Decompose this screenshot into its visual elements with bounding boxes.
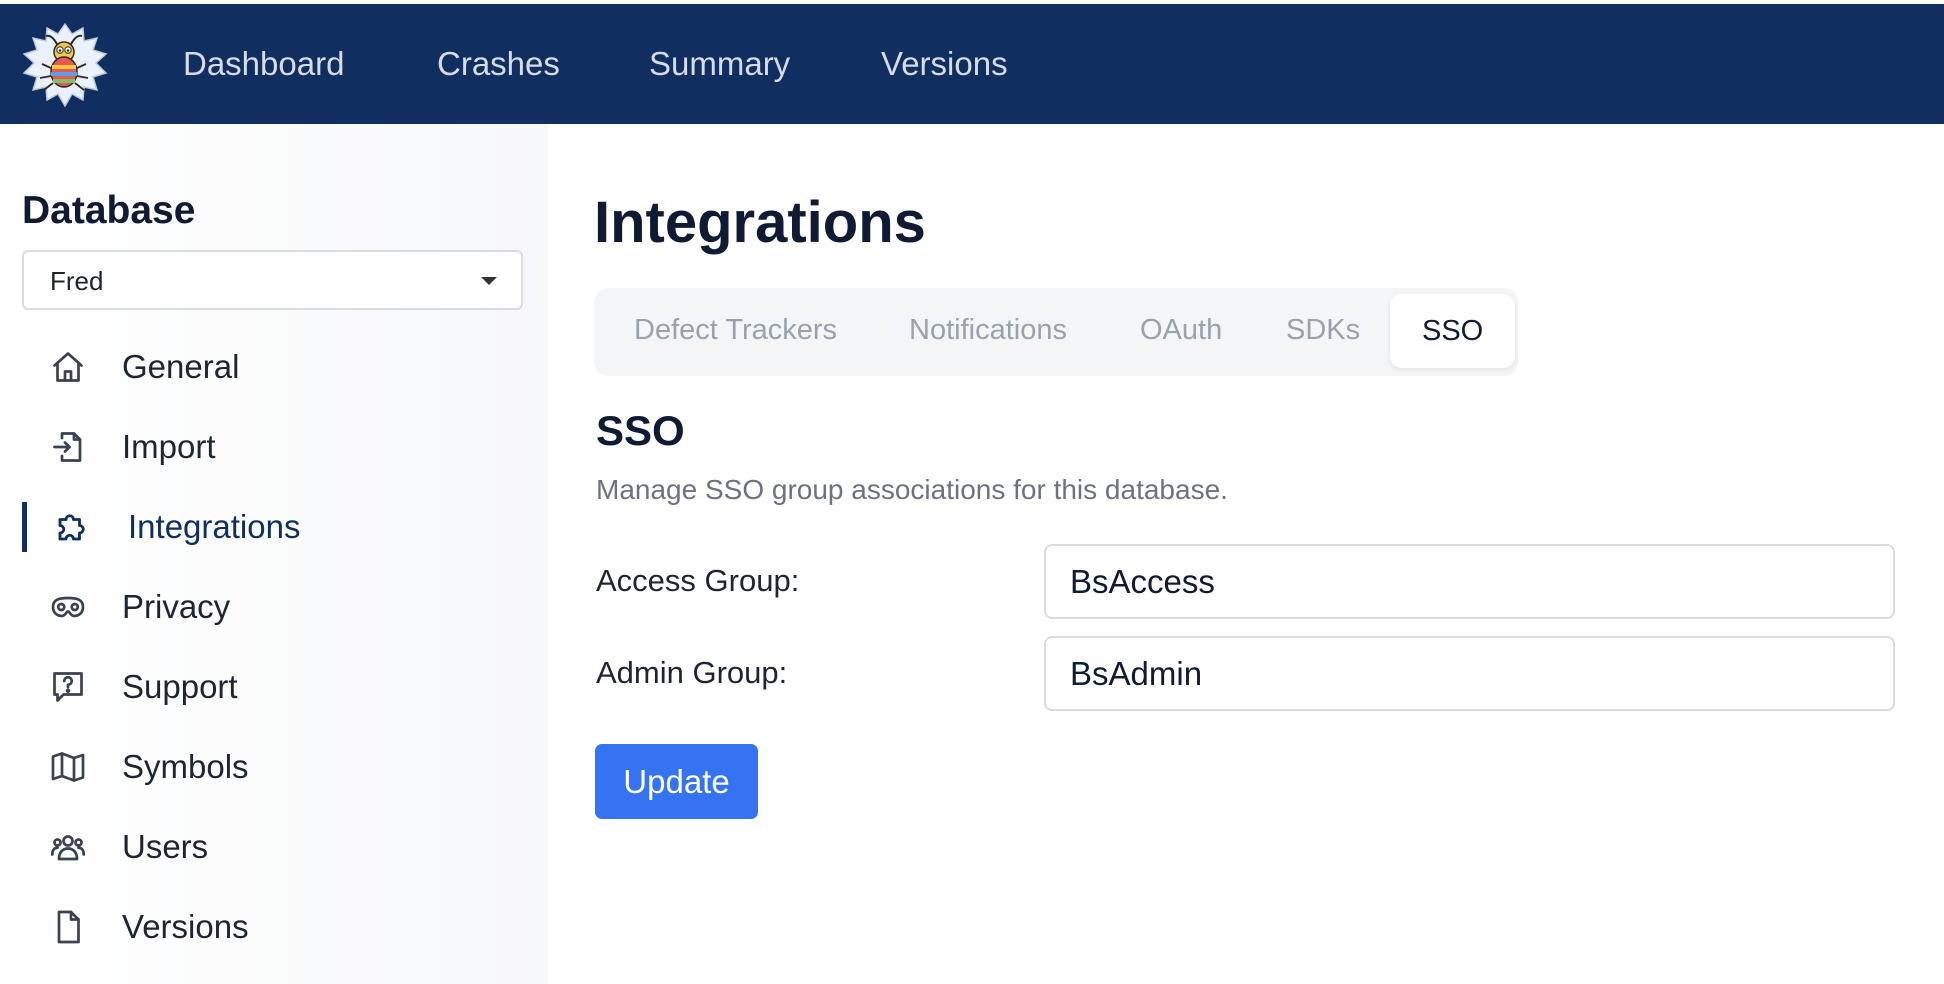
nav-summary[interactable]: Summary	[649, 44, 790, 84]
import-icon	[53, 432, 82, 462]
integration-tabs: Defect Trackers Notifications OAuth SDKs…	[594, 288, 1518, 376]
help-chat-icon	[53, 672, 83, 702]
home-icon	[53, 352, 83, 382]
sidebar-item-versions[interactable]: Versions	[22, 896, 522, 958]
section-title: SSO	[596, 407, 685, 454]
sidebar-item-privacy[interactable]: Privacy	[22, 576, 522, 638]
database-select-value: Fred	[50, 266, 104, 296]
database-select[interactable]: Fred	[22, 250, 523, 310]
admin-group-label: Admin Group:	[596, 655, 788, 690]
sidebar-title: Database	[22, 189, 196, 232]
mask-icon	[51, 596, 85, 618]
sidebar-item-label: Support	[122, 668, 238, 705]
update-button[interactable]: Update	[595, 744, 758, 819]
bug-mascot-logo[interactable]	[20, 20, 110, 110]
nav-versions[interactable]: Versions	[881, 44, 1008, 84]
puzzle-icon	[58, 514, 85, 541]
section-description: Manage SSO group associations for this d…	[596, 474, 1228, 505]
active-indicator	[22, 502, 27, 552]
sidebar-item-label: Privacy	[122, 588, 231, 625]
sidebar-item-label: Versions	[122, 908, 249, 945]
nav-crashes[interactable]: Crashes	[437, 44, 560, 84]
top-navigation: Dashboard Crashes Summary Versions	[0, 4, 1944, 124]
page-title: Integrations	[594, 190, 926, 255]
access-group-label: Access Group:	[596, 563, 800, 598]
sidebar-item-support[interactable]: Support	[22, 656, 522, 718]
sidebar-item-general[interactable]: General	[22, 336, 522, 398]
chevron-down-icon	[481, 277, 497, 285]
sidebar-item-label: General	[122, 348, 240, 385]
tab-notifications[interactable]: Notifications	[909, 310, 1067, 350]
tab-sso[interactable]: SSO	[1390, 294, 1516, 368]
tab-sdks[interactable]: SDKs	[1286, 310, 1360, 350]
admin-group-input[interactable]	[1044, 636, 1895, 711]
sidebar-item-integrations[interactable]: Integrations	[22, 496, 522, 558]
sidebar-item-import[interactable]: Import	[22, 416, 522, 478]
users-icon	[50, 835, 86, 861]
tab-defect-trackers[interactable]: Defect Trackers	[634, 310, 837, 350]
sidebar-item-label: Integrations	[128, 508, 301, 545]
tab-oauth[interactable]: OAuth	[1140, 310, 1222, 350]
sidebar-item-label: Symbols	[122, 748, 249, 785]
access-group-input[interactable]	[1044, 544, 1895, 619]
nav-dashboard[interactable]: Dashboard	[183, 44, 344, 84]
sidebar-item-label: Import	[122, 428, 216, 465]
sidebar-item-symbols[interactable]: Symbols	[22, 736, 522, 798]
sidebar-item-label: Users	[122, 828, 209, 865]
file-icon	[57, 910, 80, 944]
sidebar-item-users[interactable]: Users	[22, 816, 522, 878]
map-icon	[51, 752, 85, 782]
